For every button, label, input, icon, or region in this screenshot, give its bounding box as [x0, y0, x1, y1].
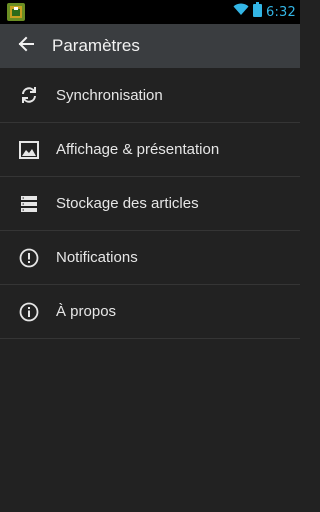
alert-icon — [19, 248, 39, 268]
status-time: 6:32 — [266, 4, 296, 20]
status-bar: 6:32 — [0, 0, 300, 24]
settings-list: Synchronisation Affichage & présentation… — [0, 68, 300, 339]
settings-item-a-propos[interactable]: À propos — [0, 285, 300, 339]
app-notification-icon — [7, 3, 25, 21]
image-icon — [19, 140, 39, 160]
info-icon — [19, 302, 39, 322]
settings-item-label: Synchronisation — [56, 86, 163, 104]
settings-item-stockage[interactable]: Stockage des articles — [0, 177, 300, 231]
back-button[interactable] — [4, 24, 48, 68]
page-title: Paramètres — [52, 36, 140, 55]
arrow-left-icon — [18, 36, 34, 57]
storage-icon — [19, 194, 39, 214]
battery-icon — [253, 2, 262, 22]
wifi-icon — [233, 3, 249, 21]
settings-item-affichage[interactable]: Affichage & présentation — [0, 123, 300, 177]
settings-item-synchronisation[interactable]: Synchronisation — [0, 68, 300, 123]
status-icons: 6:32 — [233, 2, 296, 22]
settings-item-label: Stockage des articles — [56, 195, 199, 212]
settings-item-label: À propos — [56, 303, 117, 320]
action-bar: Paramètres — [0, 24, 300, 68]
settings-item-label: Affichage & présentation — [56, 141, 220, 158]
sync-icon — [19, 85, 39, 105]
settings-item-label: Notifications — [56, 249, 138, 266]
settings-item-notifications[interactable]: Notifications — [0, 231, 300, 285]
